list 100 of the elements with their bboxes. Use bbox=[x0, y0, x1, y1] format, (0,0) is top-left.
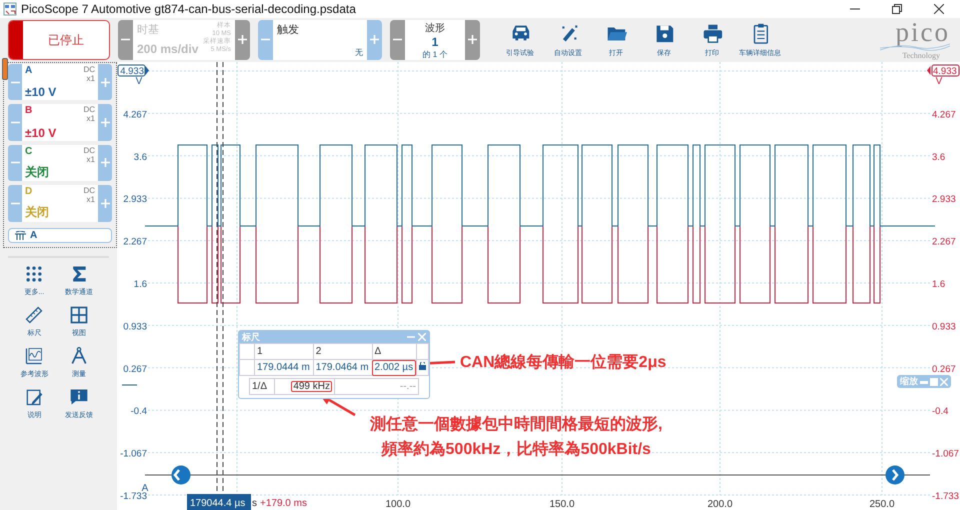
scroll-left-button[interactable] bbox=[172, 466, 190, 484]
waveform-label: 波形 bbox=[425, 22, 445, 35]
probe-label: x1 bbox=[86, 195, 95, 204]
increase-button[interactable] bbox=[98, 144, 112, 182]
y-axis-label: -1.733 bbox=[932, 491, 959, 502]
info-icon bbox=[68, 387, 89, 407]
y-axis-label: 0.267 bbox=[123, 364, 147, 375]
plus-icon bbox=[370, 35, 379, 44]
frequency-value: 499 kHz bbox=[291, 381, 332, 392]
close-icon bbox=[940, 378, 948, 386]
ruler-icon bbox=[24, 305, 44, 325]
timebase-value: 200 ms/div bbox=[137, 42, 200, 56]
channel-range: 关闭 bbox=[25, 204, 50, 222]
scroll-right-button[interactable] bbox=[886, 466, 904, 484]
increase-button[interactable] bbox=[98, 104, 112, 141]
trigger-value: 无 bbox=[355, 47, 363, 58]
y-axis-label: 2.933 bbox=[932, 194, 956, 206]
waveform-icon bbox=[24, 346, 44, 366]
increase-button[interactable] bbox=[367, 20, 382, 60]
channel-name: B bbox=[25, 105, 34, 118]
increase-button[interactable] bbox=[465, 20, 480, 60]
y-axis-label: 3.6 bbox=[134, 152, 147, 163]
channel-range: ±10 V bbox=[25, 126, 58, 140]
close-icon bbox=[418, 333, 426, 341]
waveform-count: 的 1 个 bbox=[422, 49, 448, 60]
window-title: PicoScope 7 Automotive gt874-can-bus-serial-decoding.psdata bbox=[21, 2, 357, 16]
grid-icon bbox=[68, 305, 89, 325]
x-axis-label: 100.0 bbox=[385, 499, 411, 510]
plus-icon bbox=[100, 158, 110, 168]
y-axis-label: 2.267 bbox=[123, 236, 147, 248]
channel-name: D bbox=[25, 186, 34, 200]
probe-label: x1 bbox=[86, 74, 95, 83]
decrease-button[interactable] bbox=[118, 20, 133, 60]
panel-title: 标尺 bbox=[242, 330, 260, 344]
decrease-button[interactable] bbox=[8, 185, 22, 222]
y-axis-unit: V bbox=[936, 76, 942, 87]
printer-icon bbox=[701, 22, 723, 44]
x-axis-label: 200.0 bbox=[707, 499, 733, 510]
row-header: 1/Δ bbox=[250, 378, 274, 394]
coupling-label: DC bbox=[83, 146, 95, 155]
column-header: Δ bbox=[372, 344, 416, 360]
y-axis-label: -1.067 bbox=[120, 448, 147, 460]
annotation-text: 測任意一個數據包中時間間格最短的波形, 頻率約為500kHz，比特率為500kBit/s bbox=[370, 414, 662, 460]
scrollbar-thumb[interactable] bbox=[2, 58, 8, 80]
channel-selector[interactable]: A bbox=[8, 228, 112, 243]
y-axis-label[interactable]: 4.933 bbox=[932, 64, 960, 77]
table-cell: --.-- bbox=[334, 378, 418, 394]
decrease-button[interactable] bbox=[390, 20, 405, 60]
plus-icon bbox=[100, 78, 110, 87]
x-axis-label: 250.0 bbox=[869, 499, 895, 510]
x-axis-label: 150.0 bbox=[549, 499, 575, 510]
column-header: 2 bbox=[313, 344, 372, 360]
time-offset: +179.0 ms bbox=[260, 498, 307, 509]
y-axis-unit: V bbox=[136, 76, 142, 87]
channel-range: ±10 V bbox=[25, 85, 58, 100]
increase-button[interactable] bbox=[98, 64, 112, 100]
decrease-button[interactable] bbox=[8, 64, 22, 100]
probe-label: x1 bbox=[86, 114, 95, 124]
decrease-button[interactable] bbox=[258, 20, 273, 60]
y-axis-label: 0.933 bbox=[932, 321, 956, 332]
y-axis-label: 3.6 bbox=[932, 152, 946, 163]
table-cell: 179.0444 m bbox=[254, 360, 314, 376]
table-cell: 179.0464 m bbox=[313, 360, 372, 376]
y-axis-label: 0.267 bbox=[932, 364, 956, 375]
decrease-button[interactable] bbox=[8, 104, 22, 141]
time-unit: s bbox=[252, 498, 257, 509]
y-axis-label[interactable]: 4.933 bbox=[118, 64, 146, 77]
filter-icon bbox=[15, 230, 26, 240]
y-axis-label: 2.933 bbox=[123, 194, 147, 206]
trigger-label: 触发 bbox=[277, 23, 300, 37]
plus-icon bbox=[468, 35, 477, 44]
timebase-label: 时基 bbox=[137, 23, 160, 37]
increase-button[interactable] bbox=[98, 185, 112, 222]
decrease-button[interactable] bbox=[8, 144, 22, 182]
dots-grid-icon bbox=[24, 264, 44, 284]
y-axis-label: 0.933 bbox=[123, 321, 147, 332]
panel-title: 缩放 bbox=[900, 375, 918, 388]
zero-marker bbox=[122, 384, 138, 386]
cursor-tag[interactable]: 179044.4 µs bbox=[187, 494, 251, 510]
y-axis-label: -1.067 bbox=[932, 448, 959, 460]
waveform-number: 1 bbox=[432, 35, 438, 49]
increase-button[interactable] bbox=[235, 20, 250, 60]
channel-range: 关闭 bbox=[25, 164, 50, 181]
coupling-label: DC bbox=[83, 65, 95, 74]
plus-icon bbox=[238, 35, 247, 44]
lock-icon bbox=[418, 362, 426, 370]
y-axis-label: 4.267 bbox=[123, 109, 147, 120]
channel-name: A bbox=[25, 65, 34, 78]
plus-icon bbox=[100, 118, 110, 128]
restore-icon[interactable] bbox=[892, 4, 902, 14]
y-axis-label: -0.4 bbox=[130, 406, 147, 418]
stop-button[interactable]: 已停止 bbox=[8, 20, 110, 60]
y-axis-label: 4.267 bbox=[932, 109, 956, 120]
logo-tagline: Technology bbox=[902, 50, 940, 60]
y-axis-label: 1.6 bbox=[932, 279, 946, 290]
coupling-label: DC bbox=[83, 105, 95, 114]
y-axis-label: -0.4 bbox=[932, 406, 948, 418]
close-icon[interactable] bbox=[934, 4, 944, 14]
y-axis-label: -1.733 bbox=[120, 491, 147, 502]
table-cell: 2.002 µs bbox=[372, 360, 416, 376]
